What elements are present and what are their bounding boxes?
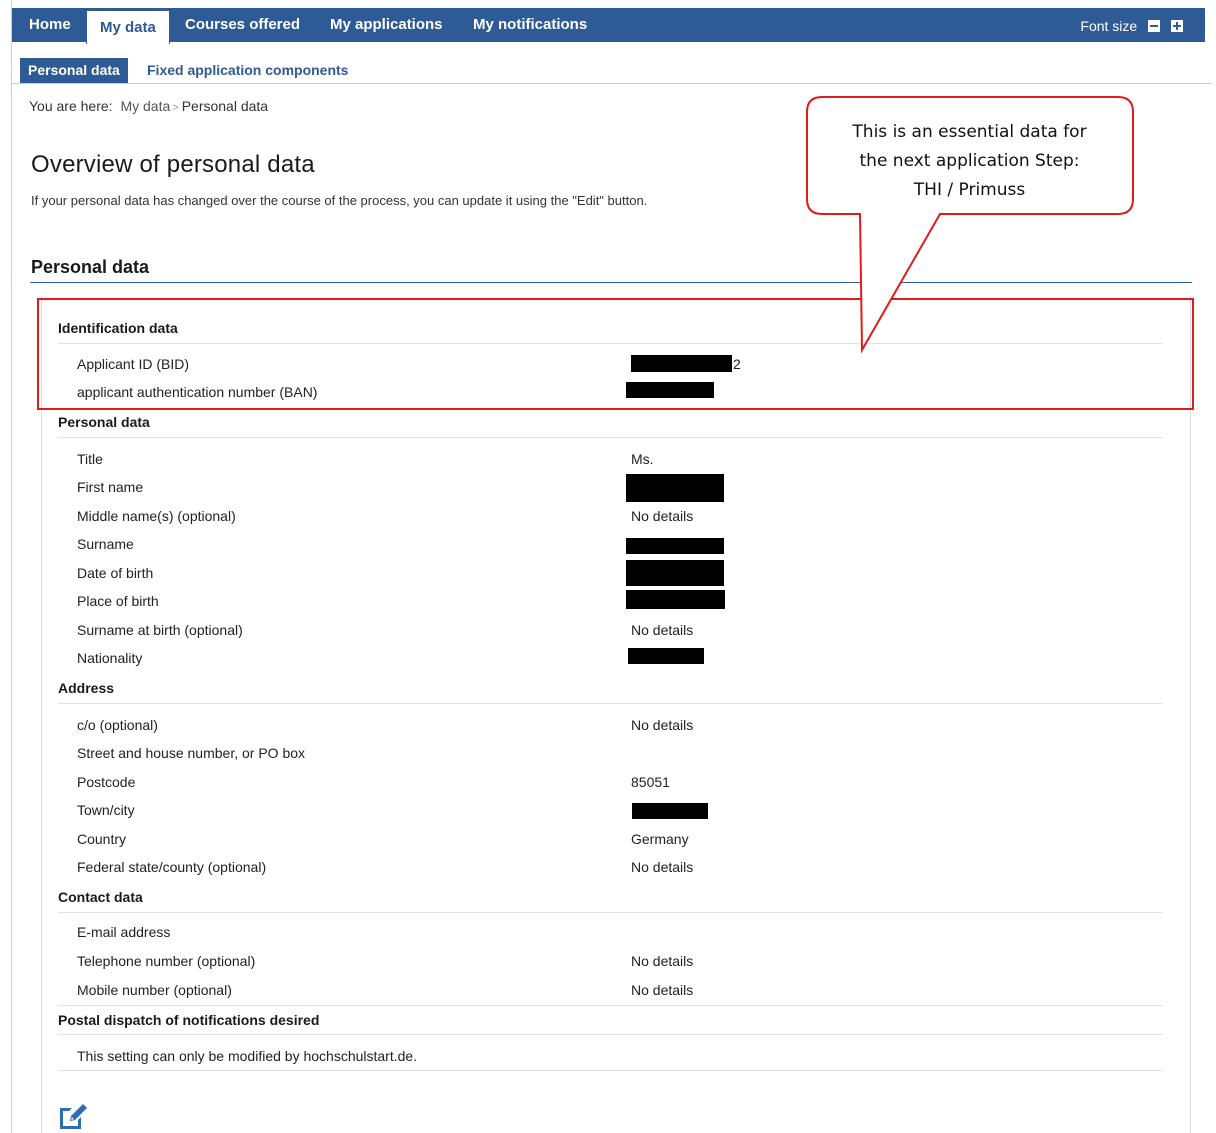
edit-icon[interactable] — [57, 1102, 89, 1130]
row-value-country: Germany — [631, 831, 689, 847]
group-title-contact: Contact data — [58, 889, 143, 905]
row-value-mobile: No details — [631, 982, 694, 998]
row-label-nationality: Nationality — [77, 650, 143, 666]
sub-navigation: Personal data Fixed application componen… — [12, 58, 1212, 84]
row-label-postcode: Postcode — [77, 774, 136, 790]
row-label-surname-at-birth: Surname at birth (optional) — [77, 622, 243, 638]
callout-line: THI / Primuss — [913, 180, 1026, 200]
row-label-title: Title — [77, 451, 103, 467]
redacted-value — [628, 648, 704, 664]
subtab-fixed-application-components[interactable]: Fixed application components — [139, 58, 356, 83]
tab-my-notifications[interactable]: My notifications — [460, 8, 600, 42]
row-label-town: Town/city — [77, 802, 135, 818]
row-value-telephone: No details — [631, 953, 694, 969]
highlight-box — [37, 298, 1194, 410]
redacted-value — [626, 590, 725, 609]
tab-my-data[interactable]: My data — [86, 10, 170, 44]
row-value-postcode: 85051 — [631, 774, 670, 790]
postal-note: This setting can only be modified by hoc… — [77, 1048, 418, 1064]
row-label-mobile: Mobile number (optional) — [77, 982, 232, 998]
callout-line: This is an essential data for — [852, 122, 1087, 142]
left-border-line — [11, 0, 12, 1133]
row-value-middle-names: No details — [631, 508, 694, 524]
row-label-street: Street and house number, or PO box — [77, 745, 306, 761]
group-divider — [58, 1070, 1163, 1071]
redacted-value — [626, 474, 724, 502]
font-size-control: Font size — [1080, 8, 1183, 42]
breadcrumb-separator-icon: > — [172, 102, 179, 114]
row-label-date-of-birth: Date of birth — [77, 565, 154, 581]
row-label-surname: Surname — [77, 536, 134, 552]
redacted-value — [632, 803, 708, 819]
row-label-telephone: Telephone number (optional) — [77, 953, 256, 969]
row-value-surname-at-birth: No details — [631, 622, 694, 638]
row-label-co: c/o (optional) — [77, 717, 158, 733]
callout-line: the next application Step: — [859, 151, 1080, 171]
personal-data-panel — [41, 296, 1191, 1133]
row-label-email: E-mail address — [77, 924, 171, 940]
tab-my-applications[interactable]: My applications — [317, 8, 456, 42]
group-title-postal: Postal dispatch of notifications desired — [58, 1012, 320, 1028]
font-size-label: Font size — [1080, 18, 1138, 34]
breadcrumb-link-my-data[interactable]: My data — [120, 98, 170, 114]
breadcrumb-prefix: You are here: — [29, 98, 113, 114]
page-title: Overview of personal data — [31, 151, 315, 178]
callout-text: This is an essential data for the next a… — [808, 118, 1131, 205]
redacted-value — [626, 538, 724, 554]
font-decrease-icon[interactable] — [1148, 20, 1161, 32]
breadcrumb: You are here: My data > Personal data — [29, 98, 268, 114]
top-navigation: Home My data Courses offered My applicat… — [12, 8, 1205, 44]
section-divider — [30, 282, 1192, 283]
tab-home[interactable]: Home — [16, 8, 84, 42]
group-title-personal: Personal data — [58, 414, 150, 430]
section-title: Personal data — [31, 257, 150, 277]
breadcrumb-current: Personal data — [181, 98, 269, 114]
row-value-federal-state: No details — [631, 859, 694, 875]
group-divider — [58, 1034, 1163, 1035]
group-divider — [58, 1005, 1163, 1006]
row-label-federal-state: Federal state/county (optional) — [77, 859, 267, 875]
row-label-first-name: First name — [77, 479, 144, 495]
group-divider — [58, 437, 1163, 438]
tab-courses-offered[interactable]: Courses offered — [172, 8, 313, 42]
redacted-value — [626, 560, 724, 586]
row-label-country: Country — [77, 831, 127, 847]
group-title-address: Address — [58, 680, 115, 696]
row-value-title: Ms. — [631, 451, 654, 467]
font-increase-icon[interactable] — [1171, 20, 1183, 32]
row-label-middle-names: Middle name(s) (optional) — [77, 508, 236, 524]
row-value-co: No details — [631, 717, 694, 733]
group-divider — [58, 912, 1163, 913]
subtab-personal-data[interactable]: Personal data — [20, 58, 128, 83]
group-divider — [58, 703, 1163, 704]
row-label-place-of-birth: Place of birth — [77, 593, 159, 609]
page-intro: If your personal data has changed over t… — [31, 193, 648, 208]
